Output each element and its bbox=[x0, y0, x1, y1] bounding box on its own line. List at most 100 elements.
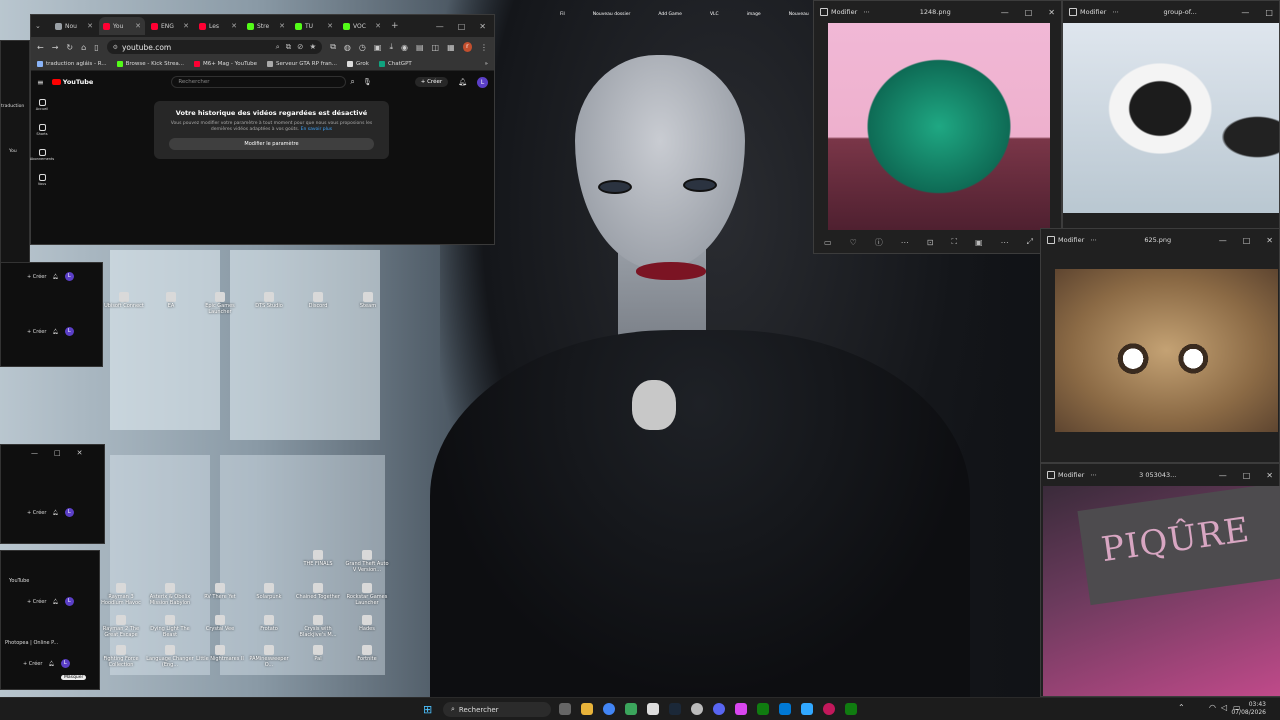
desktop-icon[interactable]: RV There Yet bbox=[196, 583, 244, 601]
back-icon[interactable]: ← bbox=[37, 43, 44, 52]
close-icon[interactable]: ✕ bbox=[1266, 236, 1273, 245]
maximize-icon[interactable]: □ bbox=[1243, 471, 1251, 480]
tab-close-icon[interactable]: ✕ bbox=[279, 22, 285, 30]
favorite-icon[interactable]: ♡ bbox=[850, 238, 857, 247]
close-icon[interactable]: ✕ bbox=[1048, 8, 1055, 17]
app-icon[interactable] bbox=[647, 703, 659, 715]
extension-icon[interactable]: ◉ bbox=[401, 43, 408, 52]
avatar[interactable]: L bbox=[64, 272, 74, 281]
minimize-icon[interactable]: — bbox=[436, 22, 444, 31]
wifi-icon[interactable]: ◠ bbox=[1209, 703, 1216, 712]
history-icon[interactable]: ◷ bbox=[359, 43, 366, 52]
browser-tab[interactable]: ENG ✕ bbox=[147, 17, 193, 35]
avatar[interactable]: L bbox=[60, 659, 70, 668]
browser-tab[interactable]: TU ✕ bbox=[291, 17, 337, 35]
menu-icon[interactable]: ≡ bbox=[37, 78, 44, 87]
window-label[interactable]: traduction bbox=[1, 104, 24, 109]
maximize-icon[interactable]: □ bbox=[1265, 8, 1273, 17]
more-icon[interactable]: ⋯ bbox=[1090, 471, 1097, 479]
desktop-icon[interactable]: Rayman 2 The Great Escape bbox=[97, 615, 145, 639]
discord-icon[interactable] bbox=[713, 703, 725, 715]
extension-icon[interactable]: ◫ bbox=[432, 43, 440, 52]
notifications-icon[interactable]: 🔔︎ bbox=[458, 78, 467, 86]
desktop-icon[interactable]: Frotato bbox=[245, 615, 293, 633]
file-explorer-icon[interactable] bbox=[581, 703, 593, 715]
window-label[interactable]: Photopea | Online P... bbox=[5, 640, 58, 646]
avatar[interactable]: L bbox=[64, 597, 74, 606]
desktop-icon[interactable]: Grand Theft Auto V Version... bbox=[343, 550, 391, 574]
tracking-icon[interactable]: ⊘ bbox=[297, 42, 303, 52]
app-icon[interactable] bbox=[779, 703, 791, 715]
bookmark-item[interactable]: Browse - Kick Strea... bbox=[116, 60, 184, 67]
bookmark-item[interactable]: ChatGPT bbox=[378, 60, 412, 67]
edit-button[interactable]: Modifier bbox=[820, 8, 857, 16]
desktop-icon[interactable]: Asterix & Obelix Mission Babylon bbox=[146, 583, 194, 607]
desktop-icon[interactable]: Steam bbox=[344, 292, 392, 310]
desktop-icon[interactable]: Dying Light The Beast bbox=[146, 615, 194, 639]
bookmark-item[interactable]: Serveur GTA RP fran... bbox=[267, 60, 337, 67]
minimize-icon[interactable]: — bbox=[1241, 8, 1249, 17]
close-icon[interactable]: ✕ bbox=[479, 22, 486, 31]
address-url[interactable]: youtube.com bbox=[122, 43, 171, 52]
browser-menu-icon[interactable]: ⋮ bbox=[480, 43, 488, 52]
desktop-icon[interactable]: Rockstar Games Launcher bbox=[343, 583, 391, 607]
search-input[interactable]: Rechercher bbox=[171, 76, 347, 88]
desktop-icon[interactable]: Pal bbox=[294, 645, 342, 663]
bookmark-item[interactable]: Grok bbox=[347, 60, 369, 67]
tab-close-icon[interactable]: ✕ bbox=[375, 22, 381, 30]
task-view-icon[interactable] bbox=[559, 703, 571, 715]
maximize-icon[interactable]: □ bbox=[1025, 8, 1033, 17]
desktop-icon[interactable]: Epic Games Launcher bbox=[196, 292, 244, 316]
minimize-icon[interactable]: — bbox=[31, 449, 38, 457]
extension-icon[interactable]: ▦ bbox=[447, 43, 455, 52]
desktop-icon-label[interactable]: Add Game bbox=[658, 12, 682, 17]
close-icon[interactable]: ✕ bbox=[77, 449, 83, 457]
xbox-icon[interactable] bbox=[757, 703, 769, 715]
volume-icon[interactable]: ◁ bbox=[1221, 703, 1227, 712]
desktop-icon[interactable]: Hades bbox=[343, 615, 391, 633]
maximize-icon[interactable]: □ bbox=[54, 449, 61, 457]
sidebar-item[interactable]: Shorts bbox=[36, 124, 48, 136]
more-icon[interactable]: ⋯ bbox=[863, 8, 870, 16]
desktop-icon[interactable]: Language Changer (Eng... bbox=[146, 645, 194, 669]
bookmarks-overflow-icon[interactable]: » bbox=[485, 61, 488, 67]
xbox-icon[interactable] bbox=[845, 703, 857, 715]
desktop-icon-label[interactable]: Nouveau dossier bbox=[593, 12, 631, 17]
sidebar-item[interactable]: Abonnements bbox=[30, 149, 54, 161]
tab-close-icon[interactable]: ✕ bbox=[327, 22, 333, 30]
app-icon[interactable] bbox=[625, 703, 637, 715]
app-icon[interactable] bbox=[801, 703, 813, 715]
extension-icon[interactable]: ◍ bbox=[344, 43, 351, 52]
clock[interactable]: 03:43 07/08/2026 bbox=[1231, 701, 1266, 717]
avatar[interactable]: L bbox=[64, 508, 74, 517]
desktop-icon[interactable]: THE FINALS bbox=[294, 550, 342, 568]
zoom-icon[interactable]: ⌕ bbox=[276, 42, 280, 52]
create-button[interactable]: + Créer bbox=[414, 77, 449, 87]
notifications-icon[interactable]: 🔔︎ bbox=[52, 329, 58, 335]
more-icon[interactable]: ⋯ bbox=[1112, 8, 1119, 16]
home-icon[interactable]: ⌂ bbox=[81, 43, 86, 52]
create-button[interactable]: + Créer bbox=[27, 599, 46, 605]
desktop-icon[interactable]: Fighting Force Collection bbox=[97, 645, 145, 669]
reload-icon[interactable]: ↻ bbox=[66, 43, 73, 52]
extensions-icon[interactable]: ⧉ bbox=[330, 42, 336, 52]
learn-more-link[interactable]: En savoir plus bbox=[301, 127, 332, 132]
tray-chevron-icon[interactable]: ⌃ bbox=[1178, 703, 1185, 712]
app-icon[interactable] bbox=[691, 703, 703, 715]
zoom-fit-icon[interactable]: ⊡ bbox=[927, 238, 934, 247]
avatar[interactable]: L bbox=[64, 327, 74, 336]
more-icon[interactable]: ⋯ bbox=[1001, 238, 1009, 247]
profile-avatar[interactable]: r bbox=[462, 42, 472, 52]
edit-button[interactable]: Modifier bbox=[1047, 471, 1084, 479]
desktop-icon[interactable]: Crystal Vee bbox=[196, 615, 244, 633]
maximize-icon[interactable]: □ bbox=[1243, 236, 1251, 245]
desktop-icon[interactable]: Chained Together bbox=[294, 583, 342, 601]
taskbar-search[interactable]: ⌕ Rechercher bbox=[443, 702, 551, 717]
window-label[interactable]: You bbox=[9, 149, 17, 154]
desktop-icon[interactable]: PAMinesweeper O... bbox=[245, 645, 293, 669]
desktop-icon-label[interactable]: Nouveau bbox=[789, 12, 809, 17]
slideshow-icon[interactable]: ▣ bbox=[975, 238, 983, 247]
mic-icon[interactable]: 🎙 bbox=[363, 78, 372, 86]
minimize-icon[interactable]: — bbox=[1219, 471, 1227, 480]
desktop-icon-label[interactable]: image bbox=[747, 12, 761, 17]
